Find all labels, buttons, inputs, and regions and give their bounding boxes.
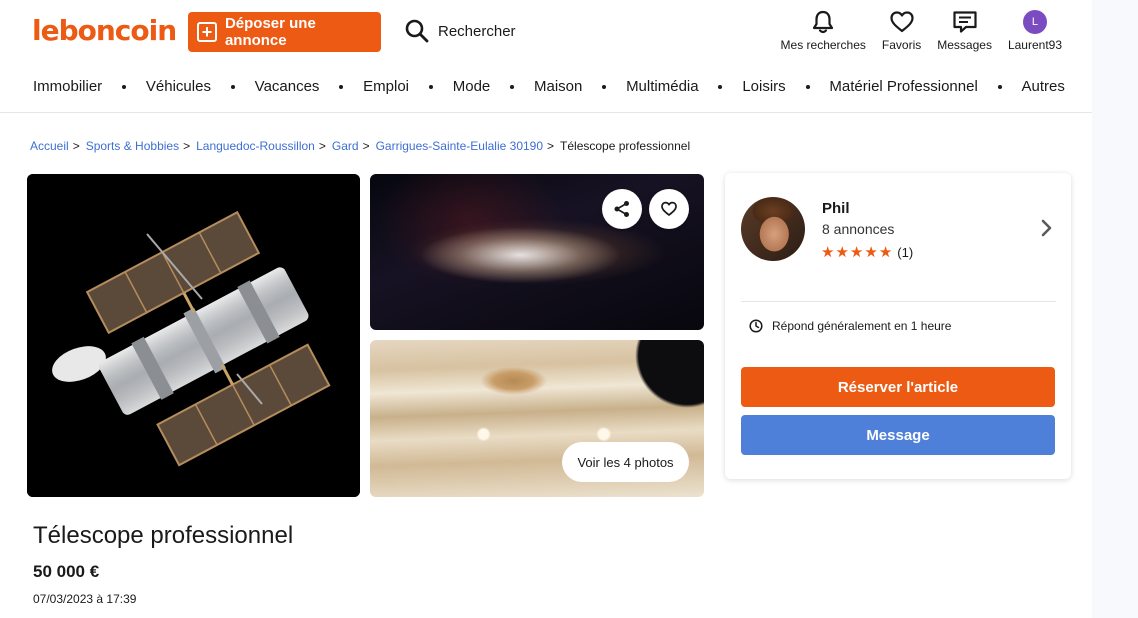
category-vehicules[interactable]: Véhicules [146, 78, 211, 95]
separator-dot [122, 84, 127, 89]
post-ad-label: Déposer une annonce [224, 15, 316, 49]
nav-saved-searches-label: Mes recherches [780, 38, 866, 52]
listing-title: Télescope professionnel [33, 522, 294, 549]
header-nav: Mes recherches Favoris Messages L Lauren… [765, 8, 1062, 52]
category-mode[interactable]: Mode [453, 78, 491, 95]
category-immobilier[interactable]: Immobilier [33, 78, 102, 95]
page-background-strip [1092, 0, 1138, 618]
star-icon: ★ [864, 244, 878, 261]
share-icon [614, 201, 629, 217]
nav-messages[interactable]: Messages [937, 8, 992, 52]
category-vacances[interactable]: Vacances [255, 78, 320, 95]
category-maison[interactable]: Maison [534, 78, 582, 95]
category-autres[interactable]: Autres [1022, 78, 1065, 95]
breadcrumb-separator: > [318, 139, 326, 153]
nav-account-label: Laurent93 [1007, 38, 1062, 52]
nav-favorites-label: Favoris [881, 38, 922, 52]
message-icon [952, 11, 977, 33]
separator-dot [339, 84, 344, 89]
breadcrumb-separator: > [183, 139, 191, 153]
breadcrumb-link[interactable]: Gard [332, 139, 359, 153]
seller-rating: ★ ★ ★ ★ ★ (1) [821, 243, 913, 261]
card-divider [741, 301, 1056, 302]
category-multimedia[interactable]: Multimédia [626, 78, 699, 95]
seller-avatar[interactable] [741, 197, 805, 261]
seller-ads-count: 8 annonces [822, 221, 895, 237]
breadcrumb-separator: > [72, 139, 80, 153]
separator-dot [805, 84, 810, 89]
page: leboncoin + Déposer une annonce Recherch… [0, 0, 1092, 618]
post-ad-button[interactable]: + Déposer une annonce [188, 12, 381, 52]
nav-account[interactable]: L Laurent93 [1008, 8, 1062, 52]
seller-card: Phil 8 annonces ★ ★ ★ ★ ★ (1) Répond gén… [725, 173, 1071, 479]
response-time-label: Répond généralement en 1 heure [772, 319, 952, 333]
separator-dot [997, 84, 1002, 89]
logo[interactable]: leboncoin [32, 14, 177, 47]
nav-saved-searches[interactable]: Mes recherches [781, 8, 866, 52]
avatar: L [1022, 10, 1047, 34]
category-emploi[interactable]: Emploi [363, 78, 409, 95]
breadcrumb-separator: > [547, 139, 555, 153]
separator-dot [602, 84, 607, 89]
header: leboncoin + Déposer une annonce Recherch… [0, 0, 1092, 64]
breadcrumb-link[interactable]: Sports & Hobbies [86, 139, 179, 153]
chevron-right-icon[interactable] [1040, 219, 1054, 237]
main-photo[interactable] [27, 174, 360, 497]
breadcrumb-link[interactable]: Languedoc-Roussillon [196, 139, 315, 153]
star-icon: ★ [849, 244, 864, 261]
search-icon [405, 19, 429, 43]
star-icon: ★ [835, 244, 849, 261]
plus-icon: + [197, 22, 217, 42]
reserve-button[interactable]: Réserver l'article [741, 367, 1055, 407]
nav-messages-label: Messages [937, 38, 992, 52]
rating-count: (1) [897, 244, 914, 260]
bell-icon [813, 10, 834, 34]
header-divider [0, 112, 1092, 113]
breadcrumb: Accueil > Sports & Hobbies > Languedoc-Rou… [30, 139, 690, 153]
star-icon: ★ [878, 244, 893, 261]
breadcrumb-separator: > [362, 139, 370, 153]
heart-icon [661, 201, 677, 216]
category-nav: Immobilier Véhicules Vacances Emploi Mod… [33, 78, 1065, 95]
star-icon: ★ [821, 244, 835, 261]
listing-price: 50 000 € [33, 562, 100, 581]
nav-favorites[interactable]: Favoris [882, 8, 921, 52]
response-time: Répond généralement en 1 heure [749, 319, 951, 333]
separator-dot [718, 84, 723, 89]
clock-icon [749, 319, 763, 333]
listing-date: 07/03/2023 à 17:39 [33, 592, 137, 606]
breadcrumb-current: Télescope professionnel [560, 139, 691, 153]
heart-icon [889, 11, 914, 33]
breadcrumb-link[interactable]: Garrigues-Sainte-Eulalie 30190 [376, 139, 543, 153]
category-loisirs[interactable]: Loisirs [742, 78, 785, 95]
separator-dot [510, 84, 515, 89]
search-button[interactable]: Rechercher [404, 18, 516, 44]
separator-dot [230, 84, 235, 89]
telescope-image [27, 174, 360, 497]
search-label: Rechercher [438, 22, 516, 40]
message-button[interactable]: Message [741, 415, 1055, 455]
category-materiel-professionnel[interactable]: Matériel Professionnel [829, 78, 977, 95]
share-button[interactable] [602, 189, 642, 229]
seller-name[interactable]: Phil [822, 200, 850, 217]
favorite-button[interactable] [649, 189, 689, 229]
see-all-photos-button[interactable]: Voir les 4 photos [562, 442, 689, 482]
separator-dot [428, 84, 433, 89]
breadcrumb-link[interactable]: Accueil [30, 139, 69, 153]
